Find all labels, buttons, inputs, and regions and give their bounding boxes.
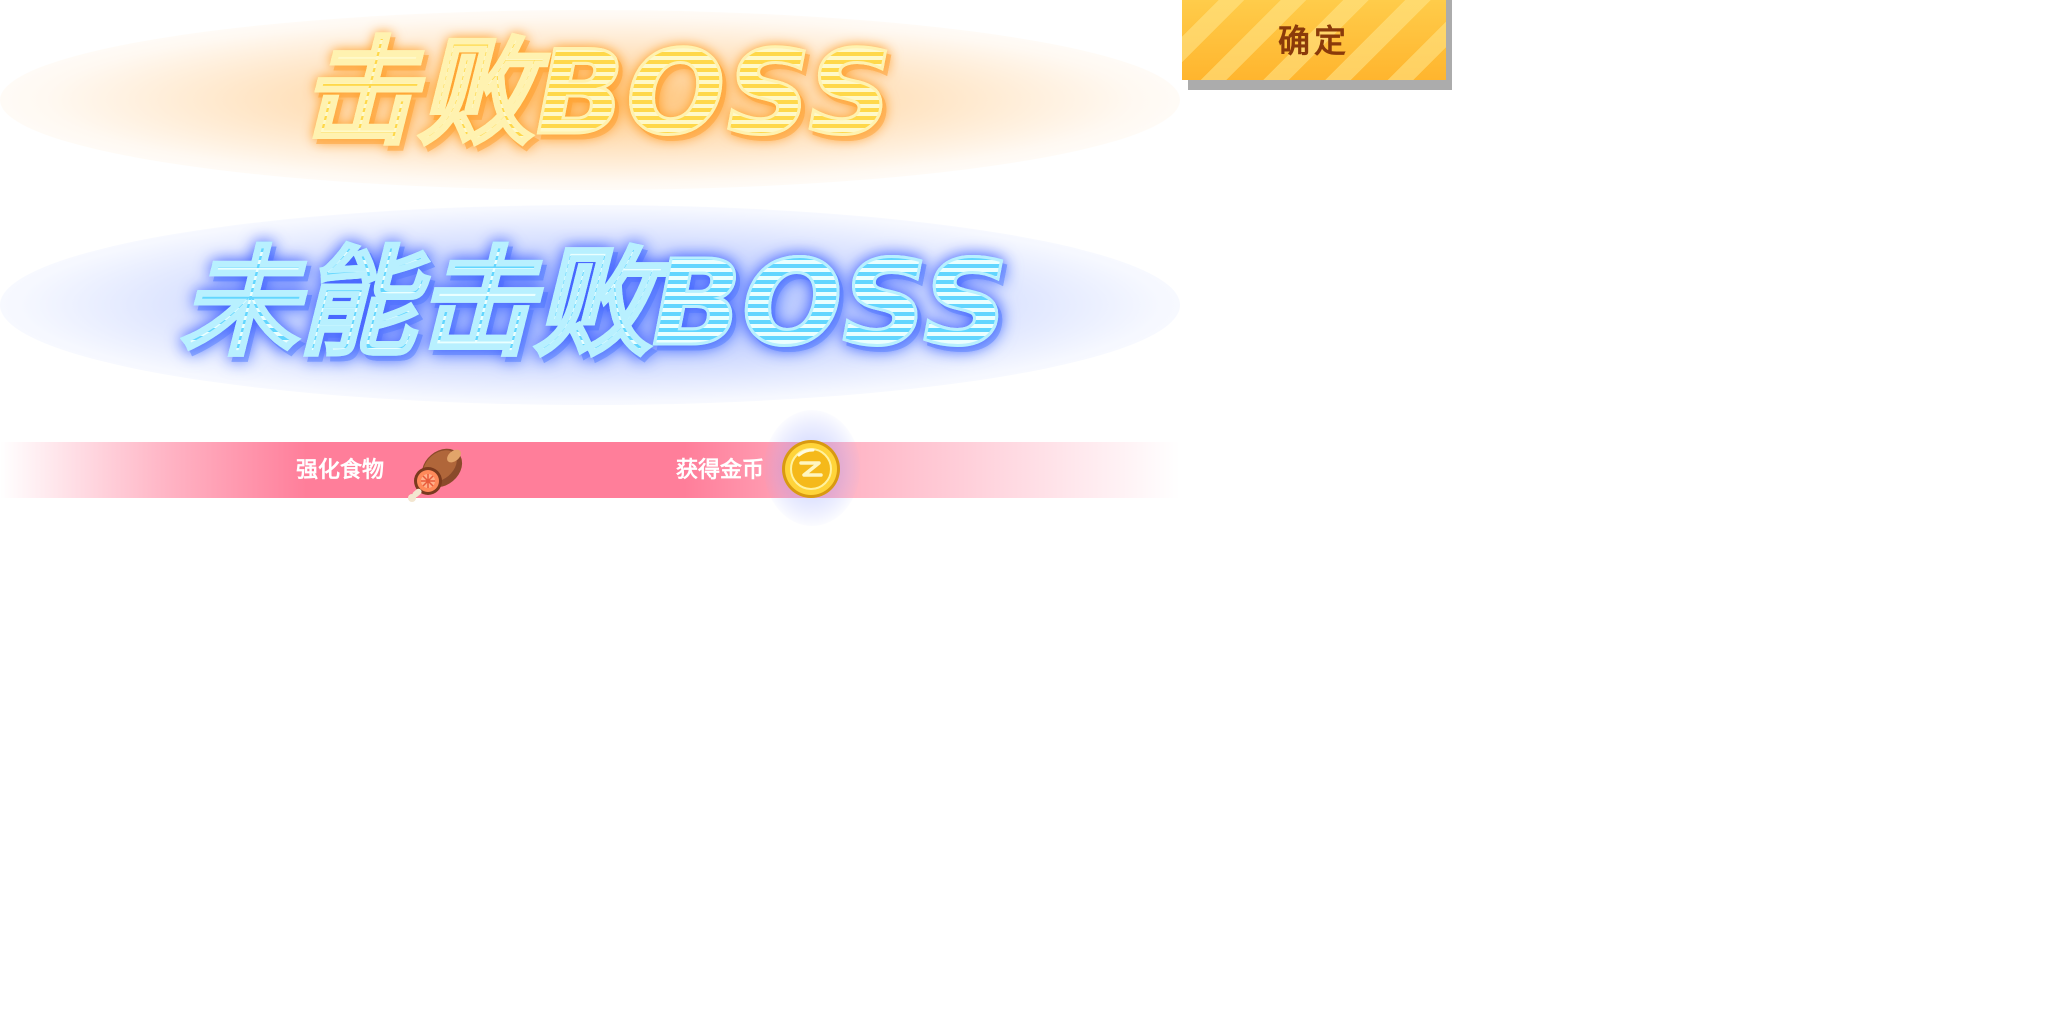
confirm-button[interactable]: 确定 bbox=[1182, 0, 1446, 80]
game-result-sprite-sheet: 击败BOSS 未能击败BOSS 强化食物 获得金币 确定 bbox=[0, 0, 2048, 1024]
victory-title: 击败BOSS bbox=[299, 24, 940, 164]
meat-icon bbox=[408, 448, 463, 502]
reward-bar bbox=[0, 442, 1180, 498]
reward-label-coin: 获得金币 bbox=[676, 458, 765, 483]
confirm-button-label: 确定 bbox=[1277, 22, 1350, 60]
gold-coin-icon bbox=[782, 440, 840, 498]
defeat-title: 未能击败BOSS bbox=[179, 228, 1060, 378]
reward-label-food: 强化食物 bbox=[296, 458, 385, 483]
